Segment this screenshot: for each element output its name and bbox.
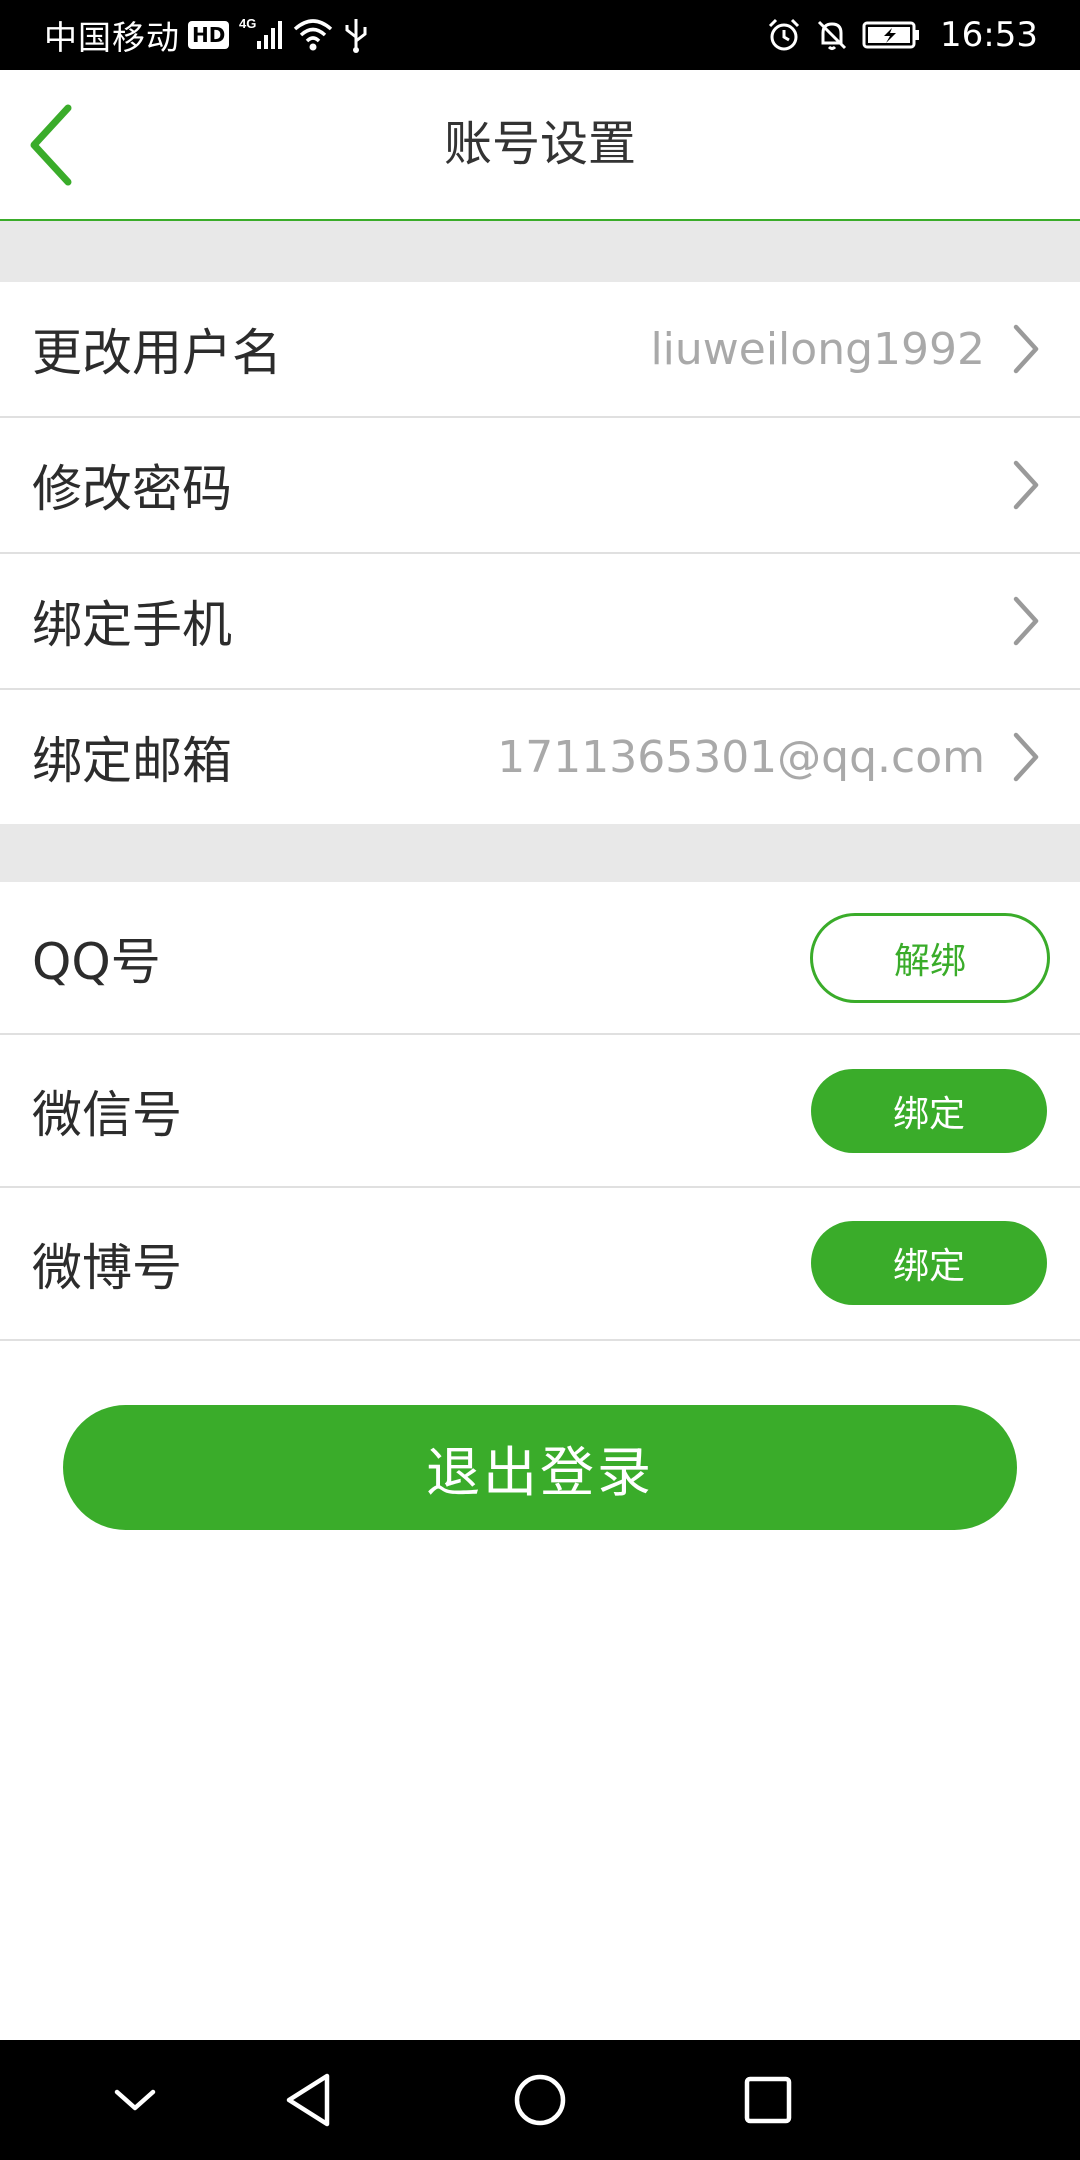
logout-button[interactable]: 退出登录 [63, 1405, 1017, 1530]
chevron-right-icon [1012, 554, 1040, 688]
chevron-right-icon [1012, 418, 1040, 552]
account-settings-screen: 中国移动 HD 4G 16:53 账号设置 更改用户名 liuweilong19… [0, 0, 1080, 2160]
battery-icon [862, 21, 920, 49]
row-label: 微信号 [32, 1085, 182, 1144]
row-bind-phone[interactable]: 绑定手机 [0, 554, 1080, 690]
row-label: 更改用户名 [32, 324, 282, 382]
row-label: 微博号 [32, 1238, 182, 1297]
row-change-username[interactable]: 更改用户名 liuweilong1992 [0, 282, 1080, 418]
home-nav-button[interactable] [485, 2040, 595, 2160]
recents-icon [744, 2076, 792, 2124]
row-change-password[interactable]: 修改密码 [0, 418, 1080, 554]
collapse-button[interactable] [80, 2040, 190, 2160]
row-label: 修改密码 [32, 460, 232, 518]
carrier-name: 中国移动 [44, 18, 180, 57]
row-qq: QQ号 解绑 [0, 882, 1080, 1035]
wifi-icon [294, 19, 333, 51]
network-type-label: 4G [239, 16, 256, 31]
section-separator [0, 824, 1080, 882]
row-weibo: 微博号 绑定 [0, 1188, 1080, 1341]
row-value-username: liuweilong1992 [650, 323, 985, 375]
back-icon [286, 2073, 330, 2127]
navigation-bar [0, 2040, 1080, 2160]
section-separator [0, 221, 1080, 282]
usb-icon [345, 19, 367, 53]
recents-nav-button[interactable] [713, 2040, 823, 2160]
status-left: 中国移动 HD 4G [44, 0, 371, 70]
chevron-right-icon [1012, 690, 1040, 824]
status-bar: 中国移动 HD 4G 16:53 [0, 0, 1080, 70]
row-label: 绑定邮箱 [32, 732, 232, 790]
status-icons-left: 4G [237, 15, 371, 55]
alarm-icon [768, 18, 800, 51]
status-right: 16:53 [766, 0, 1038, 70]
unbind-qq-button[interactable]: 解绑 [810, 913, 1050, 1003]
row-value-email: 1711365301@qq.com [497, 731, 985, 783]
row-label: QQ号 [32, 932, 161, 991]
row-wechat: 微信号 绑定 [0, 1035, 1080, 1188]
row-bind-email[interactable]: 绑定邮箱 1711365301@qq.com [0, 690, 1080, 824]
collapse-icon [114, 2089, 156, 2111]
page-title: 账号设置 [443, 116, 636, 172]
row-label: 绑定手机 [32, 596, 232, 654]
signal-icon: 4G [239, 16, 283, 49]
chevron-right-icon [1012, 282, 1040, 416]
hd-icon: HD [188, 21, 230, 49]
bind-weibo-button[interactable]: 绑定 [811, 1221, 1047, 1305]
header: 账号设置 [0, 70, 1080, 221]
clock: 16:53 [940, 15, 1038, 55]
mute-icon [817, 20, 847, 50]
home-icon [514, 2074, 566, 2126]
bind-wechat-button[interactable]: 绑定 [811, 1069, 1047, 1153]
back-nav-button[interactable] [253, 2040, 363, 2160]
